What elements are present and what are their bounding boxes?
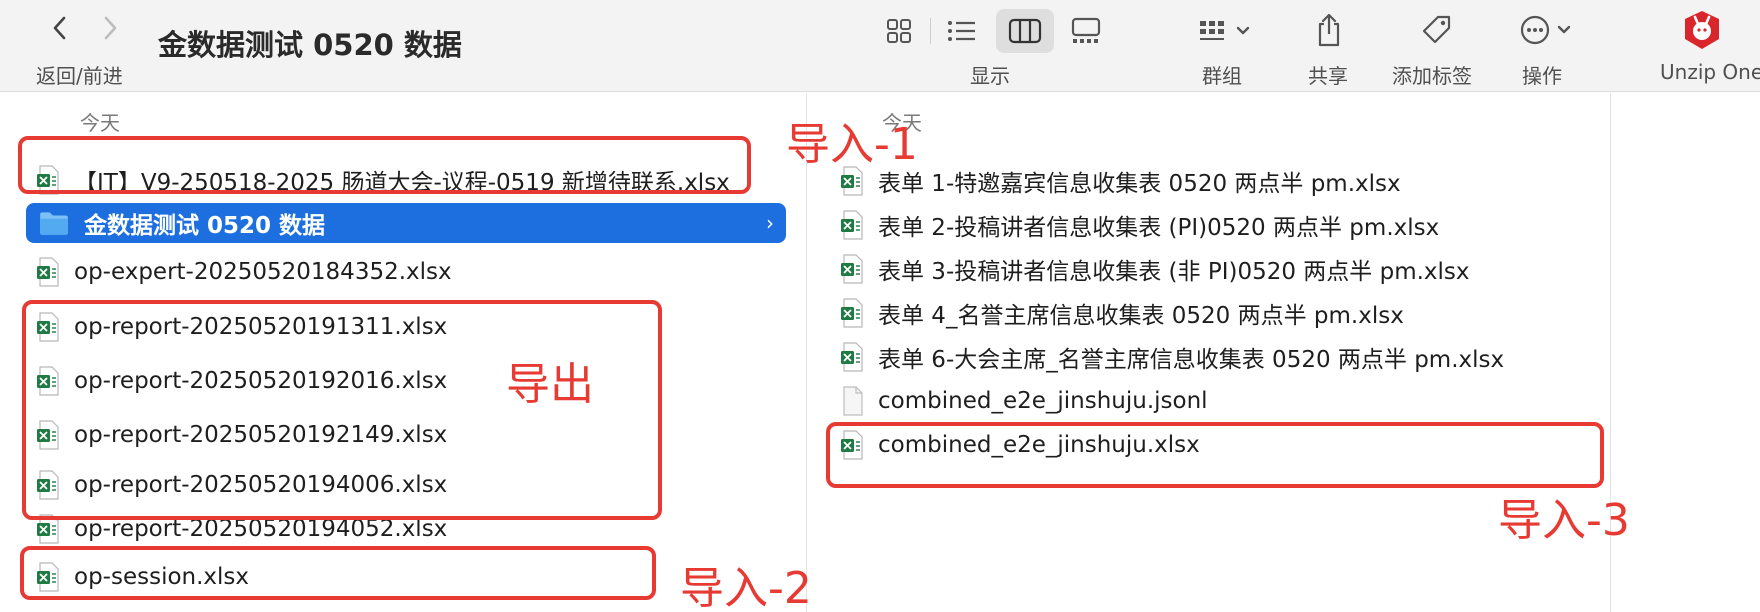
group-button[interactable] <box>1196 14 1256 48</box>
excel-file-icon <box>841 254 863 284</box>
more-icon <box>1520 15 1571 45</box>
group-label: 群组 <box>1202 64 1242 88</box>
unzip-one-icon <box>1685 11 1719 49</box>
list-view-button[interactable] <box>944 14 980 48</box>
file-name: combined_e2e_jinshuju.jsonl <box>878 388 1208 414</box>
folder-icon <box>40 212 68 235</box>
annotation-label-import-2: 导入-2 <box>680 563 812 612</box>
back-button[interactable] <box>42 10 78 46</box>
file-name: op-expert-20250520184352.xlsx <box>74 259 452 285</box>
tag-icon <box>1422 15 1451 44</box>
column-view-icon-wrap <box>1006 16 1044 46</box>
excel-file-icon <box>841 298 863 328</box>
forward-button[interactable] <box>92 10 128 46</box>
share-label: 共享 <box>1308 64 1348 88</box>
share-button[interactable] <box>1312 10 1346 50</box>
list-item-file[interactable]: combined_e2e_jinshuju.jsonl <box>840 381 1600 421</box>
tag-label: 添加标签 <box>1392 64 1472 88</box>
toolbar: 返回/前进 金数据测试 0520 数据 显示 群组 共享 添加标签 操作 Unz… <box>0 0 1760 92</box>
unzip-one-button[interactable] <box>1680 8 1724 52</box>
file-name: 表单 2-投稿讲者信息收集表 (PI)0520 两点半 pm.xlsx <box>878 215 1440 241</box>
list-item-file[interactable]: 表单 4_名誉主席信息收集表 0520 两点半 pm.xlsx <box>840 293 1600 333</box>
list-item-file[interactable]: 表单 3-投稿讲者信息收集表 (非 PI)0520 两点半 pm.xlsx <box>840 249 1600 289</box>
annotation-box-import-3 <box>826 422 1604 488</box>
chevron-right-icon: › <box>766 211 774 235</box>
excel-file-icon <box>37 257 59 287</box>
columns-icon <box>1008 18 1042 44</box>
document-file-icon <box>843 386 863 416</box>
share-icon <box>1318 13 1340 47</box>
file-name: 表单 4_名誉主席信息收集表 0520 两点半 pm.xlsx <box>878 303 1404 329</box>
grid-icon <box>887 19 911 43</box>
list-item-folder-selected[interactable]: 金数据测试 0520 数据 › <box>26 203 786 243</box>
file-name: 表单 6-大会主席_名誉主席信息收集表 0520 两点半 pm.xlsx <box>878 347 1505 373</box>
annotation-label-import-1: 导入-1 <box>786 119 918 170</box>
folder-name: 金数据测试 0520 数据 <box>84 213 326 239</box>
annotation-label-export: 导出 <box>506 359 594 410</box>
list-item-file[interactable]: 表单 2-投稿讲者信息收集表 (PI)0520 两点半 pm.xlsx <box>840 205 1600 245</box>
action-label: 操作 <box>1522 64 1562 88</box>
gallery-icon <box>1071 17 1101 43</box>
excel-file-icon <box>841 342 863 372</box>
window-title: 金数据测试 0520 数据 <box>158 28 462 62</box>
chevron-right-icon <box>104 16 117 40</box>
annotation-label-import-3: 导入-3 <box>1498 495 1630 546</box>
action-button[interactable] <box>1518 12 1578 48</box>
list-item-file[interactable]: 表单 1-特邀嘉宾信息收集表 0520 两点半 pm.xlsx <box>840 161 1600 201</box>
excel-file-icon <box>841 210 863 240</box>
tag-button[interactable] <box>1418 12 1454 48</box>
group-icon <box>1200 21 1250 40</box>
annotation-box-import-2 <box>20 546 656 600</box>
chevron-left-icon <box>53 16 66 40</box>
unzip-one-label: Unzip One <box>1660 60 1760 84</box>
list-item-file[interactable]: op-expert-20250520184352.xlsx <box>36 252 776 292</box>
icon-view-button[interactable] <box>884 14 914 48</box>
nav-caption: 返回/前进 <box>36 64 123 88</box>
list-item-file[interactable]: 表单 6-大会主席_名誉主席信息收集表 0520 两点半 pm.xlsx <box>840 337 1600 377</box>
file-name: 表单 1-特邀嘉宾信息收集表 0520 两点半 pm.xlsx <box>878 171 1401 197</box>
section-header-today: 今天 <box>80 111 120 135</box>
gallery-view-button[interactable] <box>1068 14 1104 48</box>
file-name: 表单 3-投稿讲者信息收集表 (非 PI)0520 两点半 pm.xlsx <box>878 259 1470 285</box>
view-label: 显示 <box>970 64 1010 88</box>
annotation-box-import-1 <box>18 136 751 194</box>
list-icon <box>948 21 975 41</box>
